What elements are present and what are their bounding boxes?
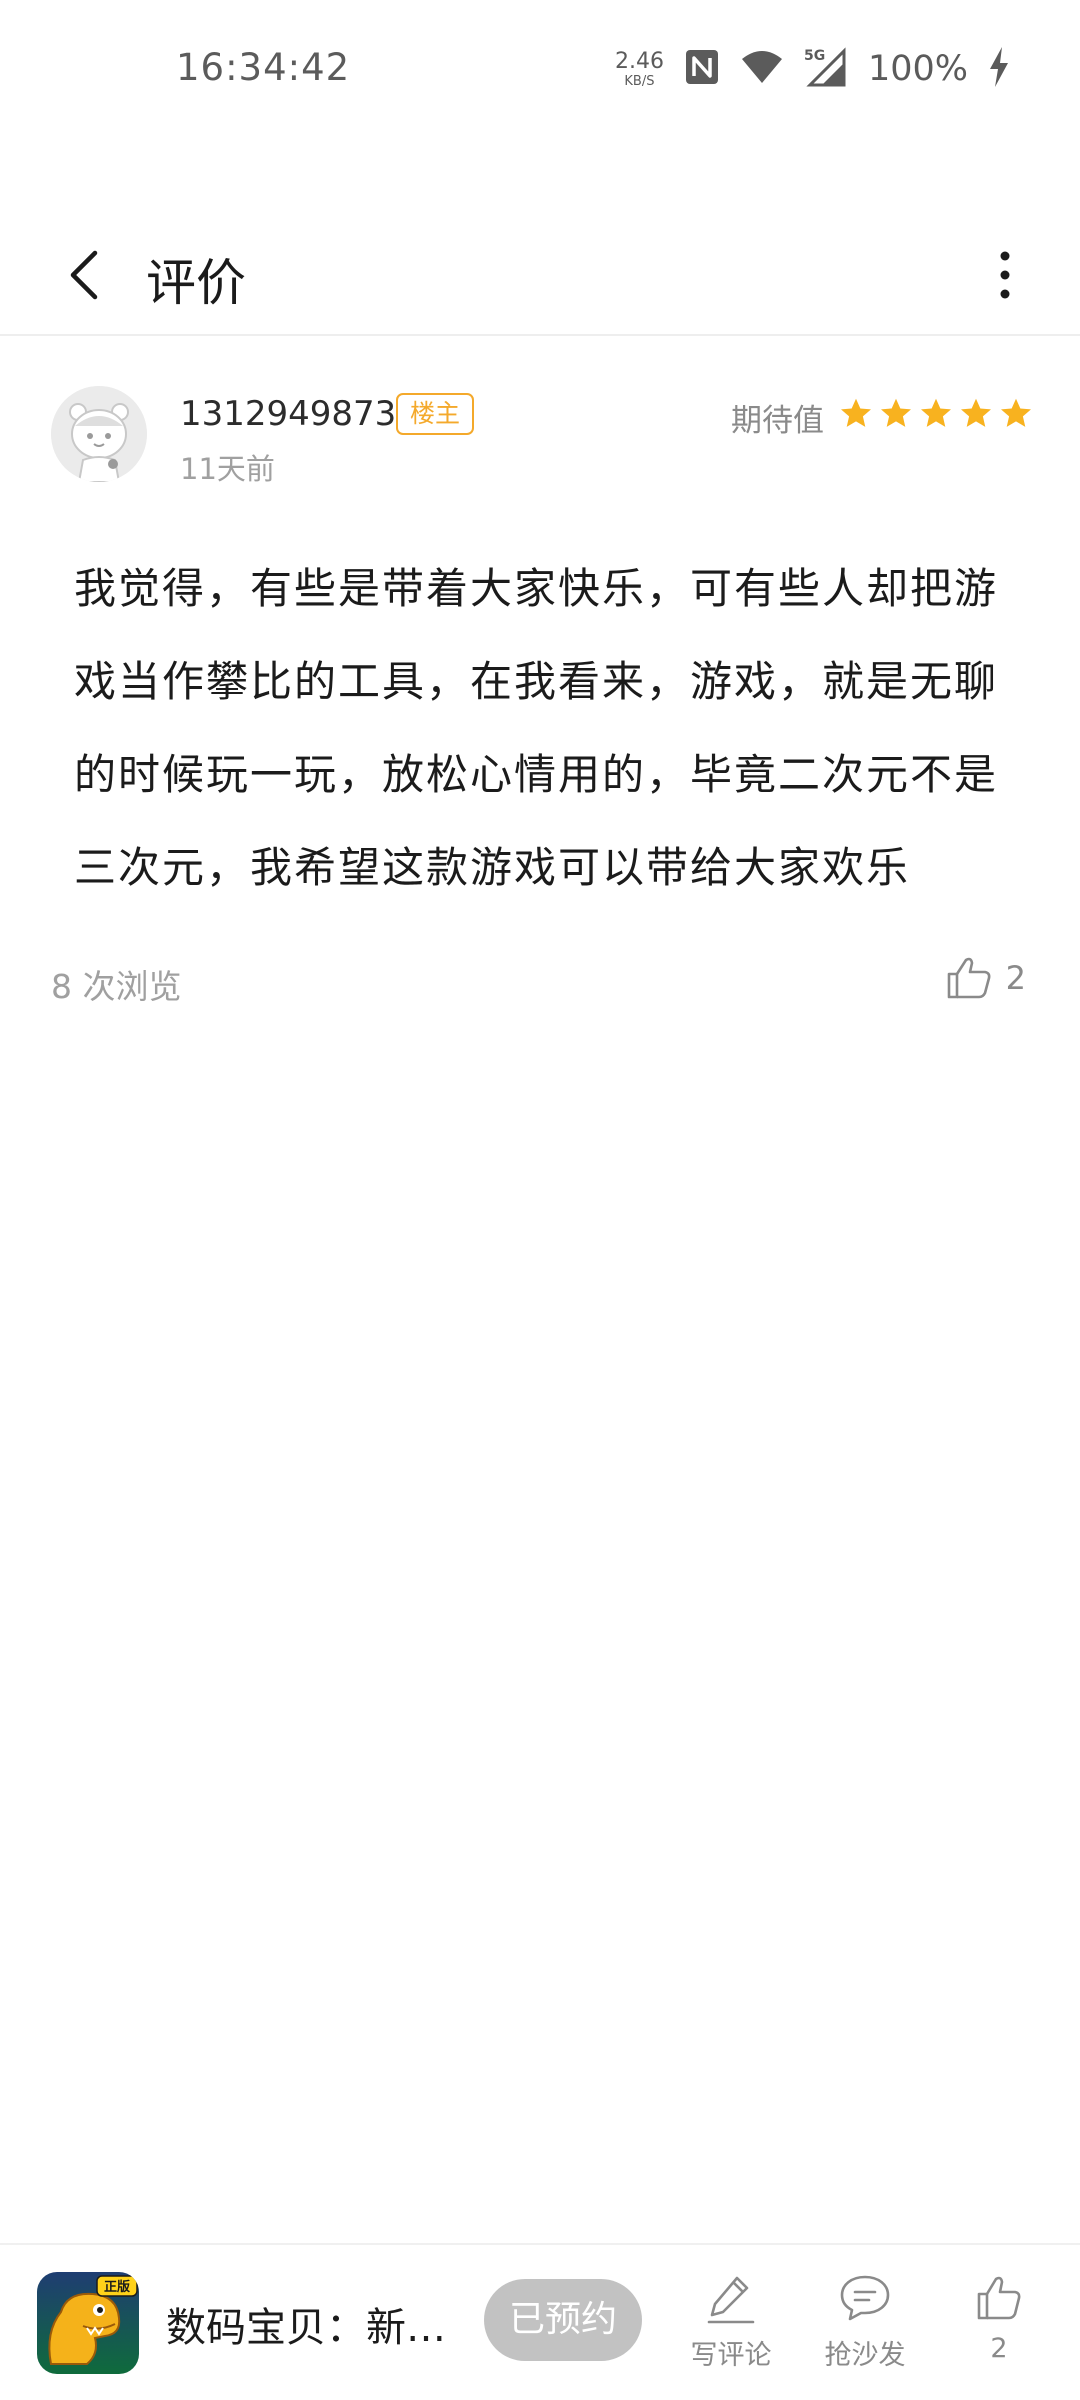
- chevron-left-icon: [70, 250, 98, 300]
- reserved-button[interactable]: 已预约: [484, 2279, 642, 2361]
- wifi-icon: [740, 49, 784, 89]
- like-button[interactable]: 2: [946, 956, 1026, 1000]
- page-title: 评价: [146, 254, 246, 312]
- more-vertical-icon: [1000, 251, 1010, 299]
- cellular-signal-icon: 5G: [804, 47, 848, 91]
- game-dinosaur-icon: 正版: [37, 2272, 139, 2374]
- battery-percentage: 100%: [867, 49, 968, 89]
- network-type-text: 5G: [804, 48, 825, 64]
- status-icons: 2.46 KB/S 5G 100%: [615, 46, 1010, 92]
- star-icon: [1001, 398, 1031, 427]
- network-speed-value: 2.46: [614, 48, 664, 74]
- bottom-like-count: 2: [990, 2333, 1008, 2364]
- back-button[interactable]: [50, 240, 120, 310]
- review-body: 我觉得，有些是带着大家快乐，可有些人却把游戏当作攀比的工具，在我看来，游戏，就是…: [74, 564, 999, 892]
- nfc-icon: [684, 48, 720, 90]
- post-time: 11天前: [180, 452, 275, 486]
- owner-badge: 楼主: [396, 393, 475, 435]
- status-bar: 16:34:42 2.46 KB/S 5G 100%: [0, 0, 1080, 140]
- username[interactable]: 1312949873: [180, 394, 396, 434]
- expectation-label: 期待值: [731, 403, 824, 439]
- thumbs-up-icon: [977, 2276, 1021, 2320]
- app-bar: 评价: [0, 215, 1080, 335]
- bottom-like-button[interactable]: 2: [934, 2267, 1064, 2364]
- star-icon: [961, 398, 991, 427]
- game-icon[interactable]: 正版: [37, 2272, 139, 2374]
- game-icon-badge: 正版: [104, 2279, 130, 2295]
- star-rating: [838, 396, 1034, 432]
- network-speed-unit: KB/S: [624, 73, 655, 89]
- star-icon: [881, 398, 911, 427]
- status-time: 16:34:42: [176, 46, 351, 89]
- star-icon: [841, 398, 871, 427]
- more-options-button[interactable]: [970, 240, 1040, 310]
- bottom-bar: 正版 数码宝贝：新… 已预约 写评论 抢沙发 2: [0, 2243, 1080, 2400]
- thumbs-up-icon: [947, 957, 991, 999]
- avatar[interactable]: [51, 386, 147, 482]
- star-icon: [921, 398, 951, 427]
- charging-icon: [988, 47, 1010, 91]
- network-speed: 2.46 KB/S: [614, 48, 664, 89]
- game-name[interactable]: 数码宝贝：新…: [166, 2295, 456, 2353]
- user-avatar-icon: [51, 386, 147, 482]
- chat-bubble-icon: [840, 2275, 890, 2321]
- header-divider: [0, 334, 1080, 336]
- view-count: 8 次浏览: [51, 967, 182, 1006]
- like-count: 2: [1005, 959, 1026, 997]
- first-comment-button[interactable]: 抢沙发: [800, 2267, 930, 2372]
- first-comment-label: 抢沙发: [824, 2340, 906, 2371]
- write-comment-button[interactable]: 写评论: [666, 2267, 796, 2372]
- write-comment-label: 写评论: [690, 2340, 772, 2371]
- pencil-icon: [707, 2276, 755, 2324]
- review-detail-page: 16:34:42 2.46 KB/S 5G 100% 评价 1312949873…: [0, 0, 1080, 2400]
